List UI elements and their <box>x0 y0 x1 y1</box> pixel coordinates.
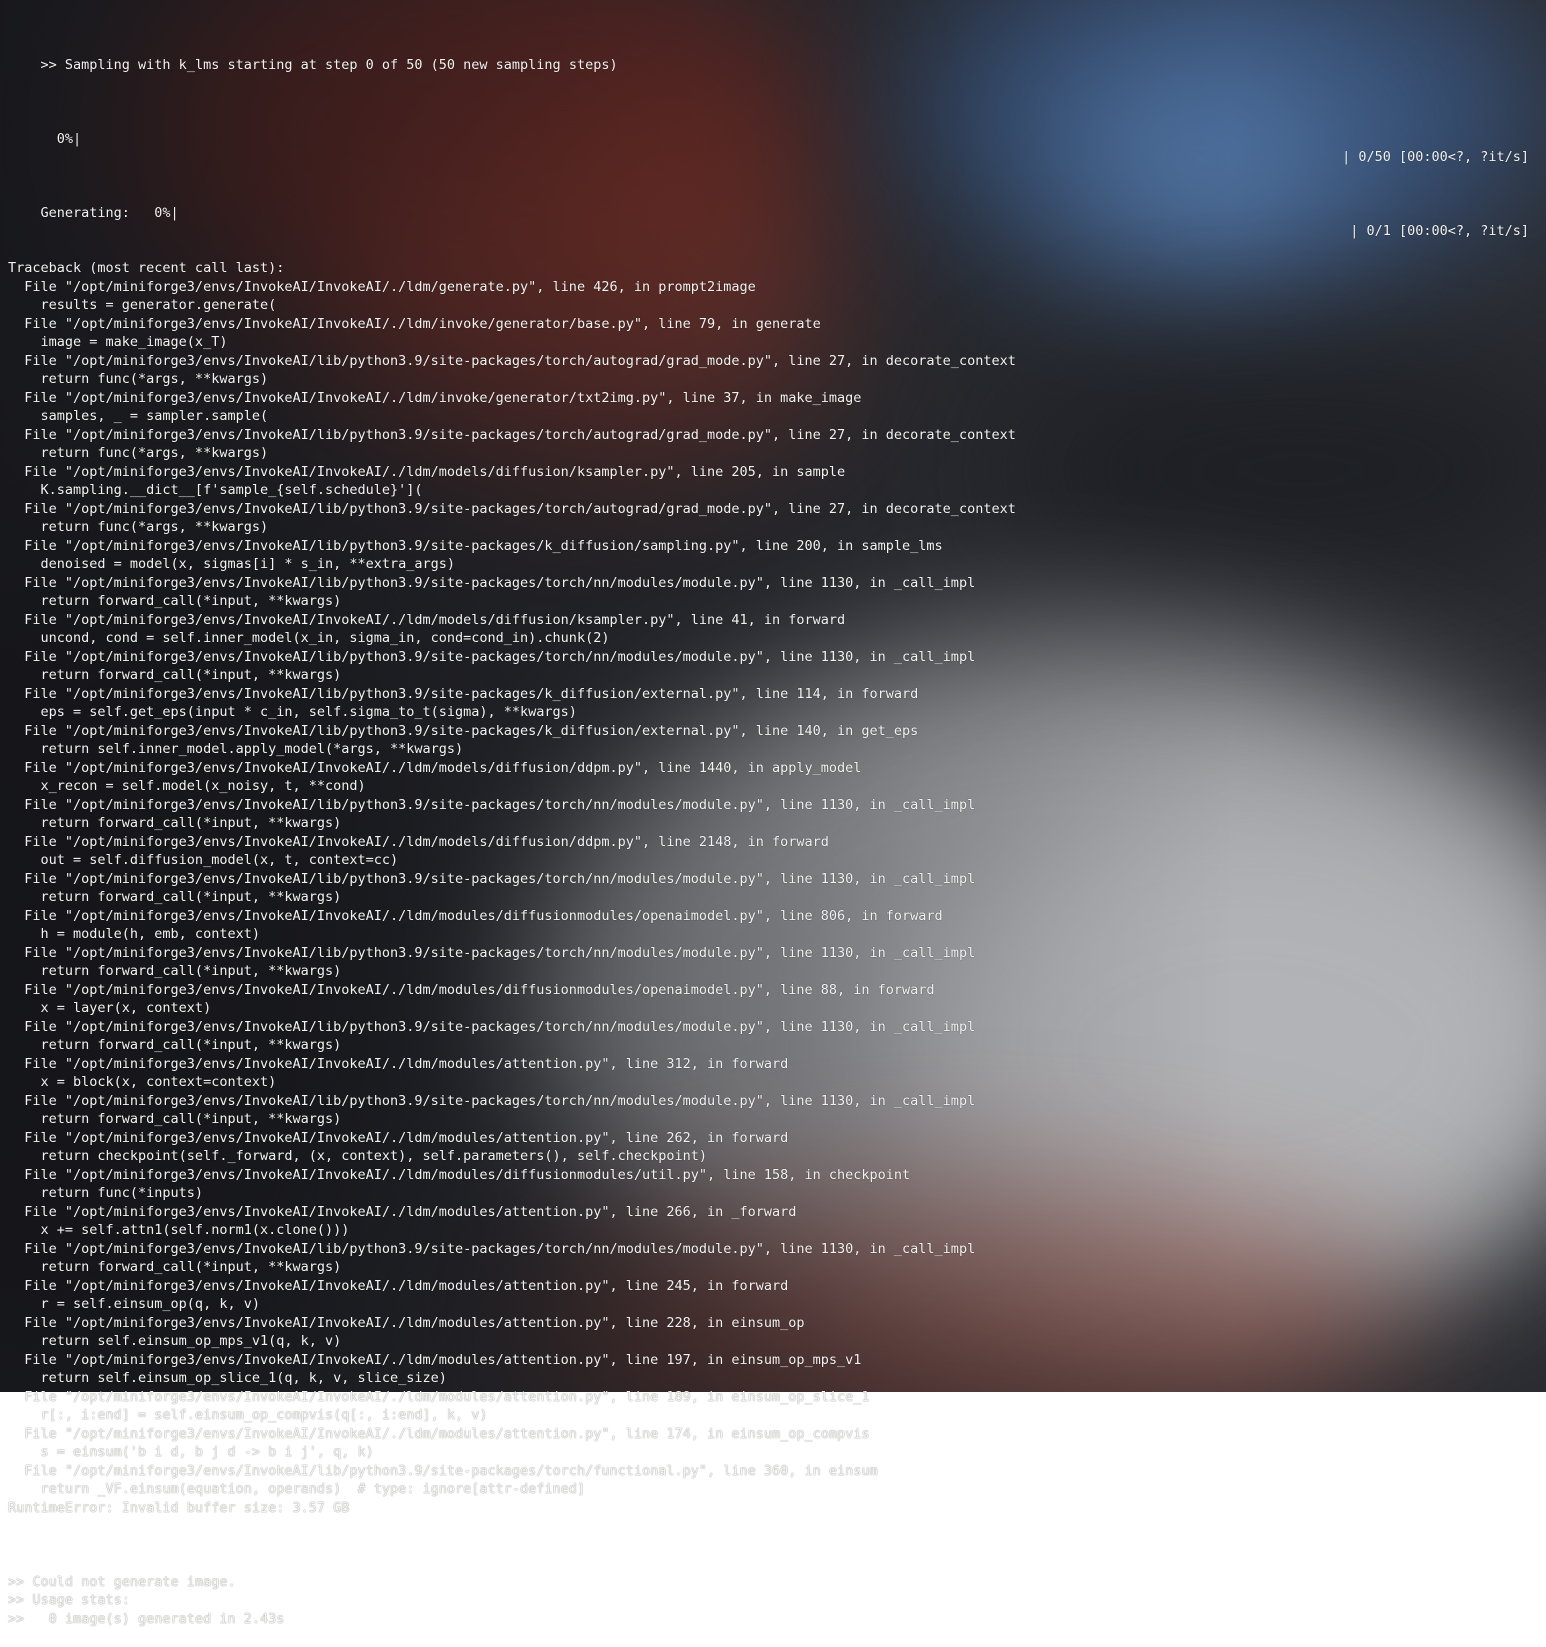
usage-stats-line: >> 0 image(s) generated in 2.43s <box>8 1610 285 1627</box>
traceback-line: return forward_call(*input, **kwargs) <box>8 593 342 609</box>
traceback-line: File "/opt/miniforge3/envs/InvokeAI/Invo… <box>8 833 829 850</box>
sampling-progress-left: 0%| <box>40 130 82 147</box>
traceback-line: File "/opt/miniforge3/envs/InvokeAI/lib/… <box>8 426 1016 443</box>
usage-stats-line: >> Could not generate image. <box>8 1573 236 1590</box>
traceback-line: File "/opt/miniforge3/envs/InvokeAI/Invo… <box>8 981 935 998</box>
traceback-line: File "/opt/miniforge3/envs/InvokeAI/Invo… <box>8 389 862 406</box>
sampling-progress-right: | 0/50 [00:00<?, ?it/s] <box>1342 149 1529 165</box>
traceback-line: return self.einsum_op_mps_v1(q, k, v) <box>8 1333 342 1349</box>
traceback-line: r[:, i:end] = self.einsum_op_compvis(q[:… <box>8 1407 488 1423</box>
traceback-line: File "/opt/miniforge3/envs/InvokeAI/Invo… <box>8 907 943 924</box>
traceback-line: x += self.attn1(self.norm1(x.clone())) <box>8 1222 350 1238</box>
traceback-line: File "/opt/miniforge3/envs/InvokeAI/lib/… <box>8 1018 976 1035</box>
traceback-line: RuntimeError: Invalid buffer size: 3.57 … <box>8 1499 350 1516</box>
usage-stats-block: >> Could not generate image. >> Usage sta… <box>8 1554 1533 1628</box>
traceback-line: return forward_call(*input, **kwargs) <box>8 1037 342 1053</box>
traceback-line: h = module(h, emb, context) <box>8 926 260 942</box>
traceback-line: File "/opt/miniforge3/envs/InvokeAI/Invo… <box>8 1314 805 1331</box>
traceback-line: return forward_call(*input, **kwargs) <box>8 889 342 905</box>
traceback-line: File "/opt/miniforge3/envs/InvokeAI/Invo… <box>8 611 846 628</box>
traceback-line: File "/opt/miniforge3/envs/InvokeAI/lib/… <box>8 685 919 702</box>
traceback-line: File "/opt/miniforge3/envs/InvokeAI/Invo… <box>8 1055 789 1072</box>
traceback-line: File "/opt/miniforge3/envs/InvokeAI/lib/… <box>8 1240 976 1257</box>
traceback-line: File "/opt/miniforge3/envs/InvokeAI/lib/… <box>8 722 919 739</box>
traceback-line: return checkpoint(self._forward, (x, con… <box>8 1148 707 1164</box>
traceback-line: eps = self.get_eps(input * c_in, self.si… <box>8 704 577 720</box>
sampling-status-line: >> Sampling with k_lms starting at step … <box>8 37 1533 73</box>
traceback-line: File "/opt/miniforge3/envs/InvokeAI/lib/… <box>8 796 976 813</box>
sampling-status-text: >> Sampling with k_lms starting at step … <box>40 56 618 73</box>
traceback-line: denoised = model(x, sigmas[i] * s_in, **… <box>8 556 456 572</box>
terminal-output[interactable]: >> Sampling with k_lms starting at step … <box>8 0 1533 1627</box>
usage-stats-line: >> Usage stats: <box>8 1592 130 1608</box>
traceback-line: return _VF.einsum(equation, operands) # … <box>8 1481 586 1497</box>
traceback-line: x = block(x, context=context) <box>8 1074 277 1090</box>
traceback-line: Traceback (most recent call last): <box>8 260 285 276</box>
traceback-line: File "/opt/miniforge3/envs/InvokeAI/lib/… <box>8 1462 878 1479</box>
traceback-line: return forward_call(*input, **kwargs) <box>8 963 342 979</box>
traceback-line: File "/opt/miniforge3/envs/InvokeAI/Invo… <box>8 1425 870 1442</box>
traceback-line: File "/opt/miniforge3/envs/InvokeAI/lib/… <box>8 537 943 554</box>
traceback-line: return func(*args, **kwargs) <box>8 371 269 387</box>
traceback-line: x = layer(x, context) <box>8 1000 212 1016</box>
traceback-line: image = make_image(x_T) <box>8 334 228 350</box>
traceback-line: s = einsum('b i d, b j d -> b i j', q, k… <box>8 1444 374 1460</box>
traceback-line: File "/opt/miniforge3/envs/InvokeAI/Invo… <box>8 1388 870 1405</box>
traceback-line: File "/opt/miniforge3/envs/InvokeAI/lib/… <box>8 1092 976 1109</box>
sampling-progress-line: 0%| | 0/50 [00:00<?, ?it/s] <box>8 111 1533 166</box>
traceback-line: uncond, cond = self.inner_model(x_in, si… <box>8 630 610 646</box>
traceback-line: out = self.diffusion_model(x, t, context… <box>8 852 399 868</box>
traceback-line: return func(*args, **kwargs) <box>8 519 269 535</box>
traceback-line: return self.inner_model.apply_model(*arg… <box>8 741 464 757</box>
traceback-line: samples, _ = sampler.sample( <box>8 408 269 424</box>
traceback-line: File "/opt/miniforge3/envs/InvokeAI/Invo… <box>8 278 756 295</box>
traceback-line: File "/opt/miniforge3/envs/InvokeAI/lib/… <box>8 574 976 591</box>
traceback-block: Traceback (most recent call last): File … <box>8 259 1533 1517</box>
traceback-line: return forward_call(*input, **kwargs) <box>8 1259 342 1275</box>
traceback-line: K.sampling.__dict__[f'sample_{self.sched… <box>8 482 423 498</box>
traceback-line: return forward_call(*input, **kwargs) <box>8 1111 342 1127</box>
traceback-line: return forward_call(*input, **kwargs) <box>8 815 342 831</box>
traceback-line: File "/opt/miniforge3/envs/InvokeAI/Invo… <box>8 1351 862 1368</box>
traceback-line: File "/opt/miniforge3/envs/InvokeAI/lib/… <box>8 870 976 887</box>
traceback-line: File "/opt/miniforge3/envs/InvokeAI/lib/… <box>8 500 1016 517</box>
traceback-line: File "/opt/miniforge3/envs/InvokeAI/Invo… <box>8 1277 789 1294</box>
traceback-line: return func(*inputs) <box>8 1185 204 1201</box>
traceback-line: File "/opt/miniforge3/envs/InvokeAI/Invo… <box>8 315 821 332</box>
traceback-line: return forward_call(*input, **kwargs) <box>8 667 342 683</box>
traceback-line: File "/opt/miniforge3/envs/InvokeAI/Invo… <box>8 463 846 480</box>
traceback-line: results = generator.generate( <box>8 297 277 313</box>
traceback-line: File "/opt/miniforge3/envs/InvokeAI/Invo… <box>8 1129 789 1146</box>
traceback-line: File "/opt/miniforge3/envs/InvokeAI/lib/… <box>8 944 976 961</box>
traceback-line: File "/opt/miniforge3/envs/InvokeAI/lib/… <box>8 648 976 665</box>
traceback-line: File "/opt/miniforge3/envs/InvokeAI/lib/… <box>8 352 1016 369</box>
traceback-line: File "/opt/miniforge3/envs/InvokeAI/Invo… <box>8 1203 797 1220</box>
traceback-line: return self.einsum_op_slice_1(q, k, v, s… <box>8 1370 447 1386</box>
traceback-line: r = self.einsum_op(q, k, v) <box>8 1296 260 1312</box>
traceback-line: return func(*args, **kwargs) <box>8 445 269 461</box>
traceback-line: x_recon = self.model(x_noisy, t, **cond) <box>8 778 366 794</box>
generating-progress-right: | 0/1 [00:00<?, ?it/s] <box>1350 223 1529 239</box>
generating-progress-left: Generating: 0%| <box>40 204 179 221</box>
traceback-line: File "/opt/miniforge3/envs/InvokeAI/Invo… <box>8 1166 911 1183</box>
traceback-line: File "/opt/miniforge3/envs/InvokeAI/Invo… <box>8 759 862 776</box>
generating-progress-line: Generating: 0%| | 0/1 [00:00<?, ?it/s] <box>8 185 1533 240</box>
